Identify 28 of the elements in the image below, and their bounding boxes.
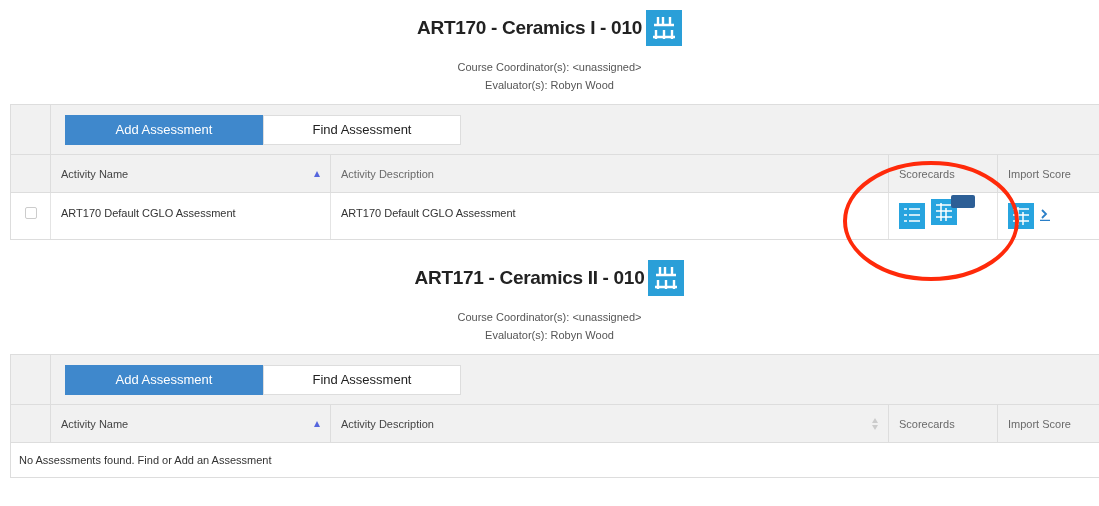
- column-header[interactable]: Activity Description: [331, 405, 889, 443]
- column-header[interactable]: Import Score: [998, 155, 1099, 193]
- list-icon[interactable]: [899, 203, 925, 229]
- course-coordinators: Course Coordinator(s): <unassigned>: [457, 60, 642, 75]
- row-checkbox[interactable]: [25, 207, 37, 219]
- column-header[interactable]: Activity Name: [51, 405, 331, 443]
- course-evaluators: Evaluator(s): Robyn Wood: [485, 78, 614, 93]
- activity-description: ART170 Default CGLO Assessment: [341, 207, 516, 219]
- sort-ascending-icon[interactable]: [314, 170, 320, 177]
- course-title: ART171 - Ceramics II - 010: [414, 267, 645, 289]
- column-header[interactable]: Scorecards: [889, 155, 998, 193]
- column-header[interactable]: Scorecards: [889, 405, 998, 443]
- assessment-action-button[interactable]: Find Assessment: [263, 114, 461, 145]
- assessment-action-button[interactable]: Add Assessment: [65, 114, 263, 145]
- empty-message: No Assessments found. Find or Add an Assessment: [19, 454, 272, 466]
- sort-ascending-icon[interactable]: [314, 420, 320, 427]
- course-coordinators: Course Coordinator(s): <unassigned>: [457, 310, 642, 325]
- badge-icon: [951, 195, 975, 208]
- assessment-action-button[interactable]: Add Assessment: [65, 364, 263, 395]
- download-icon[interactable]: [1040, 209, 1050, 221]
- course-evaluators: Evaluator(s): Robyn Wood: [485, 328, 614, 343]
- column-header[interactable]: Import Score: [998, 405, 1099, 443]
- course-title: ART170 - Ceramics I - 010: [417, 17, 642, 39]
- column-header[interactable]: Activity Name: [51, 155, 331, 193]
- column-header[interactable]: Activity Description: [331, 155, 889, 193]
- grid-icon[interactable]: [931, 199, 957, 225]
- assessment-action-button[interactable]: Find Assessment: [263, 364, 461, 395]
- activity-name: ART170 Default CGLO Assessment: [61, 207, 236, 219]
